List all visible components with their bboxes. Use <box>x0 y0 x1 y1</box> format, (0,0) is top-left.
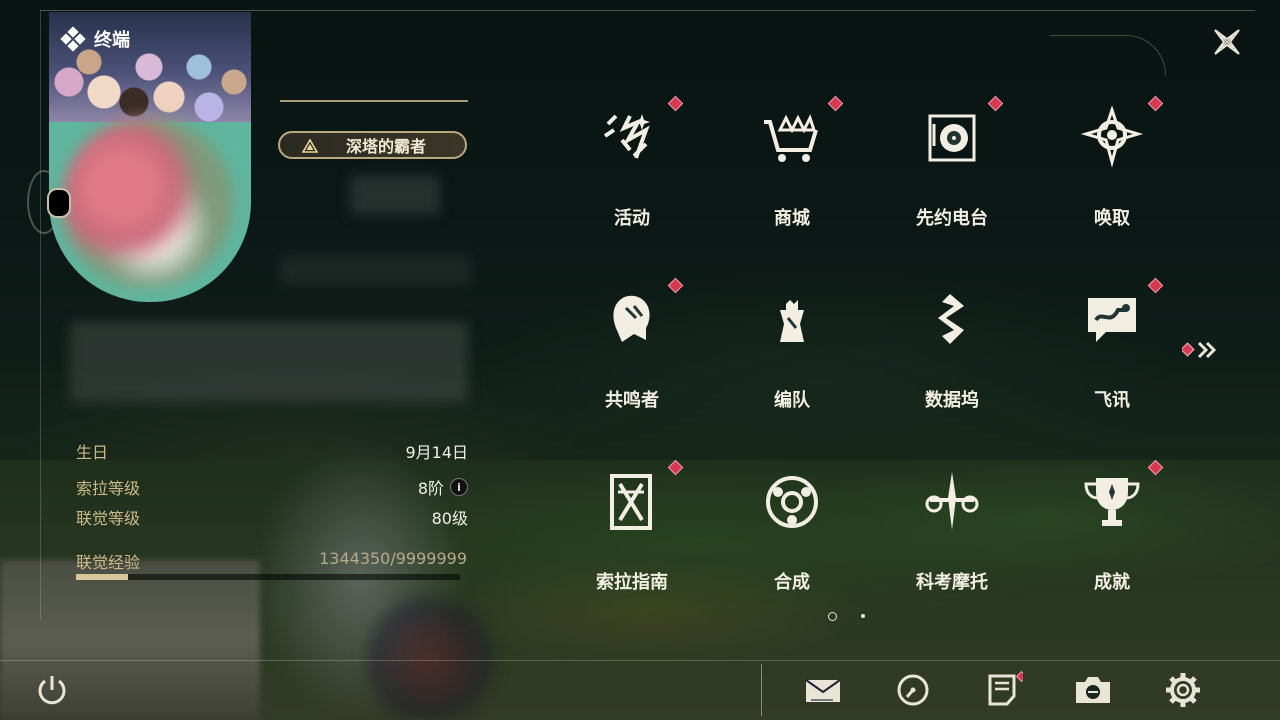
next-page-button[interactable] <box>1180 340 1222 360</box>
synthesis-icon <box>766 476 818 528</box>
stat-row-union-level: 联觉等级 80级 <box>76 502 468 532</box>
menu-item-label: 数据坞 <box>925 390 979 411</box>
menu-item-chat[interactable]: 飞讯 <box>1032 268 1192 450</box>
notes-button[interactable] <box>983 670 1028 710</box>
menu-item-guidebook[interactable]: 索拉指南 <box>552 450 712 632</box>
menu-item-label: 唤取 <box>1094 208 1130 229</box>
menu-item-label: 成就 <box>1094 572 1130 593</box>
menu-item-activity[interactable]: 活动 <box>552 86 712 268</box>
frame-arc <box>1050 35 1166 76</box>
double-chevron-right-icon <box>1180 341 1217 359</box>
menu-item-label: 索拉指南 <box>596 572 668 593</box>
stat-label: 生日 <box>76 443 109 462</box>
menu-item-motorcycle[interactable]: 科考摩托 <box>872 450 1032 632</box>
notification-badge <box>667 459 684 476</box>
notification-badge <box>667 95 684 112</box>
menu-item-team[interactable]: 编队 <box>712 268 872 450</box>
player-id-redacted <box>280 255 470 285</box>
close-icon <box>1214 29 1240 55</box>
page-dot[interactable] <box>861 614 865 618</box>
menu-item-data-bank[interactable]: 数据坞 <box>872 268 1032 450</box>
camera-icon <box>1076 677 1110 703</box>
notification-badge <box>987 95 1004 112</box>
notification-badge <box>1147 95 1164 112</box>
terminal-icon <box>60 26 86 52</box>
mail-button[interactable] <box>803 670 843 710</box>
info-icon[interactable]: i <box>450 478 468 496</box>
menu-item-synthesis[interactable]: 合成 <box>712 450 872 632</box>
notification-badge <box>667 277 684 294</box>
bottom-separator <box>761 664 762 716</box>
chat-icon <box>1088 298 1136 342</box>
activity-icon <box>603 114 650 159</box>
power-button[interactable] <box>32 670 72 710</box>
settings-button[interactable] <box>1163 670 1203 710</box>
window-header: 终端 <box>60 26 130 52</box>
menu-item-label: 先约电台 <box>916 208 988 229</box>
menu-item-label: 合成 <box>774 572 810 593</box>
stat-value: 9月14日 <box>405 443 468 462</box>
menu-item-label: 飞讯 <box>1094 390 1130 411</box>
guidebook-icon <box>610 474 652 530</box>
shop-icon <box>764 114 818 162</box>
power-icon <box>38 676 66 705</box>
menu-item-achievement[interactable]: 成就 <box>1032 450 1192 632</box>
page-dot-active[interactable] <box>828 612 837 621</box>
title-badge-text: 深塔的霸者 <box>346 137 427 156</box>
mail-icon <box>805 679 841 702</box>
exp-value: 1344350/9999999 <box>319 549 467 568</box>
exp-progress-track <box>76 574 460 580</box>
data-bank-icon <box>938 294 964 344</box>
stat-label: 索拉等级 <box>76 479 141 498</box>
menu-item-label: 共鸣者 <box>605 390 659 411</box>
menu-item-label: 科考摩托 <box>916 572 988 593</box>
stat-value-group: 8阶 i <box>418 475 468 499</box>
motorcycle-icon <box>925 472 979 530</box>
menu-item-shop[interactable]: 商城 <box>712 86 872 268</box>
quest-timer-button[interactable] <box>893 670 933 710</box>
profile-ring-icon <box>47 188 71 218</box>
signature-redacted <box>70 322 468 402</box>
title-badge[interactable]: 深塔的霸者 <box>278 131 467 159</box>
triangle-rank-icon <box>302 139 318 153</box>
menu-item-label: 活动 <box>614 208 650 229</box>
stat-value: 80级 <box>431 509 468 528</box>
player-name-redacted <box>350 175 440 215</box>
menu-item-label: 编队 <box>774 390 810 411</box>
stat-value: 8阶 <box>417 479 444 498</box>
menu-item-resonator[interactable]: 共鸣者 <box>552 268 712 450</box>
clock-icon <box>897 674 929 706</box>
stat-label: 联觉等级 <box>76 509 141 528</box>
avatar[interactable] <box>62 117 232 287</box>
close-button[interactable] <box>1207 22 1247 62</box>
player-stats: 生日 9月14日 索拉等级 8阶 i 联觉等级 80级 <box>76 436 468 532</box>
frame-line <box>40 10 1255 11</box>
resonator-icon <box>613 295 650 342</box>
photo-button[interactable] <box>1073 670 1113 710</box>
radio-icon <box>928 114 976 162</box>
notification-badge <box>827 95 844 112</box>
convene-icon <box>1080 106 1144 168</box>
menu-item-convene[interactable]: 唤取 <box>1032 86 1192 268</box>
stat-row-birthday: 生日 9月14日 <box>76 436 468 466</box>
team-icon <box>780 300 804 342</box>
notification-badge <box>1147 277 1164 294</box>
profile-card[interactable] <box>49 12 251 302</box>
frame-line <box>40 10 41 620</box>
menu-item-label: 商城 <box>774 208 810 229</box>
exp-label: 联觉经验 <box>76 553 141 572</box>
notes-icon <box>988 670 1028 706</box>
page-title: 终端 <box>94 30 130 51</box>
gear-icon <box>1166 673 1200 707</box>
stat-row-sol-rank: 索拉等级 8阶 i <box>76 472 468 502</box>
bottom-divider <box>0 660 1280 661</box>
exp-progress-fill <box>76 574 128 580</box>
menu-item-radio[interactable]: 先约电台 <box>872 86 1032 268</box>
name-underline <box>280 100 468 102</box>
achievement-icon <box>1084 478 1140 526</box>
notification-badge <box>1147 459 1164 476</box>
